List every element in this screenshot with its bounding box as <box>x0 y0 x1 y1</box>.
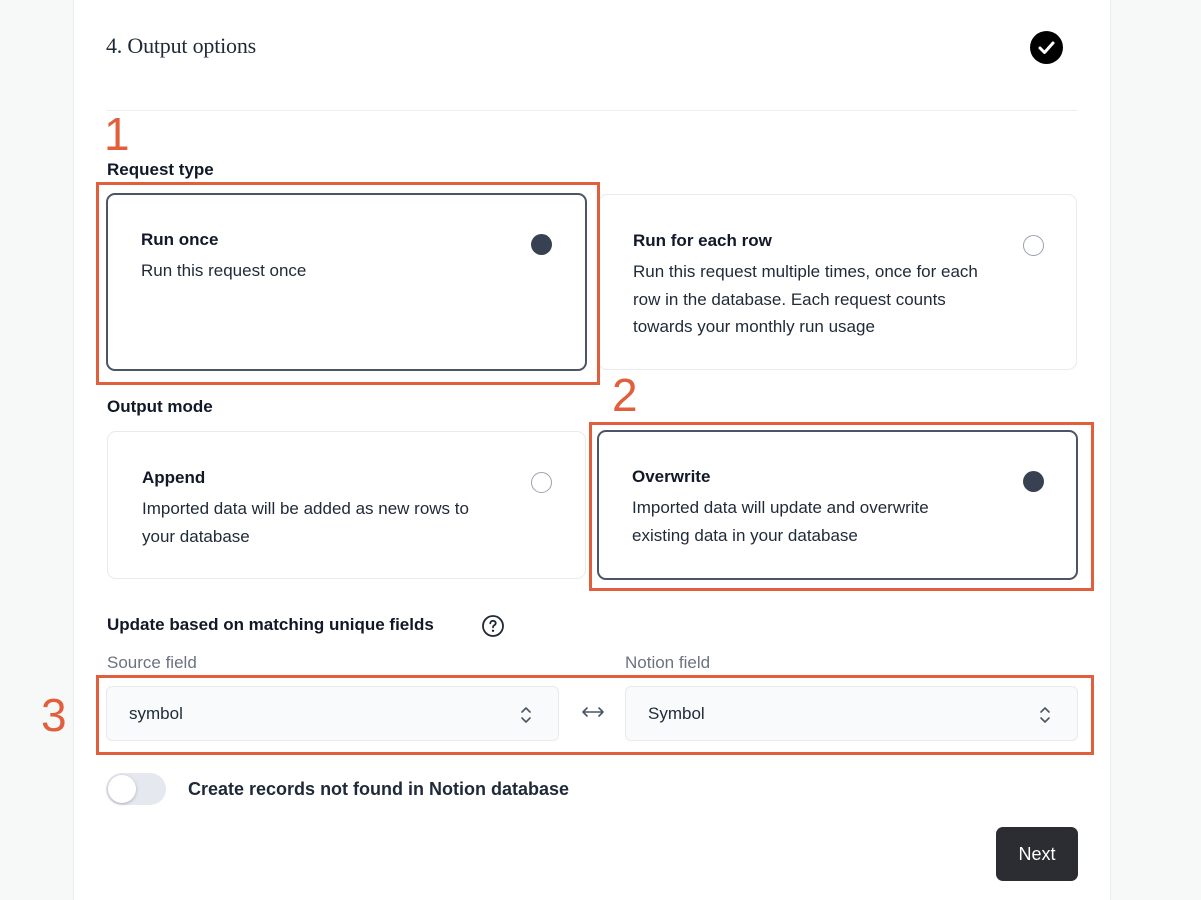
option-title: Append <box>142 468 206 487</box>
annotation-number-2: 2 <box>612 369 638 421</box>
description-line: your database <box>142 526 250 546</box>
description-line: towards your monthly run usage <box>633 317 875 336</box>
source-field-label: Source field <box>107 653 197 672</box>
notion-field-label: Notion field <box>625 653 711 672</box>
option-run-for-each-row[interactable]: Run for each row Run this request multip… <box>598 194 1077 370</box>
option-description: Run this request multiple times, once fo… <box>633 258 978 341</box>
check-circle-icon <box>1030 31 1063 64</box>
option-description: Imported data will be added as new rows … <box>142 495 469 550</box>
annotation-box-2 <box>589 422 1094 591</box>
annotation-number-3: 3 <box>41 689 67 741</box>
create-records-toggle[interactable] <box>106 773 166 805</box>
output-mode-label: Output mode <box>107 397 213 416</box>
description-line: Run this request multiple times, once fo… <box>633 262 978 281</box>
section-divider <box>106 110 1077 111</box>
page-title: 4. Output options <box>106 33 256 58</box>
option-append[interactable]: Append Imported data will be added as ne… <box>107 431 586 579</box>
next-button[interactable]: Next <box>996 827 1078 881</box>
question-circle-icon[interactable] <box>481 614 505 643</box>
option-title: Run for each row <box>633 231 772 250</box>
matching-fields-label: Update based on matching unique fields <box>107 615 434 634</box>
radio-unselected-icon[interactable] <box>531 472 552 493</box>
create-records-label: Create records not found in Notion datab… <box>188 779 570 799</box>
annotation-box-1 <box>96 182 600 385</box>
description-line: row in the database. Each request counts <box>633 289 946 309</box>
annotation-box-3 <box>96 675 1094 755</box>
annotation-number-1: 1 <box>104 108 130 160</box>
toggle-knob <box>108 775 136 803</box>
radio-unselected-icon[interactable] <box>1023 235 1044 256</box>
description-line: Imported data will be added as new rows … <box>142 499 469 518</box>
request-type-label: Request type <box>107 160 214 179</box>
